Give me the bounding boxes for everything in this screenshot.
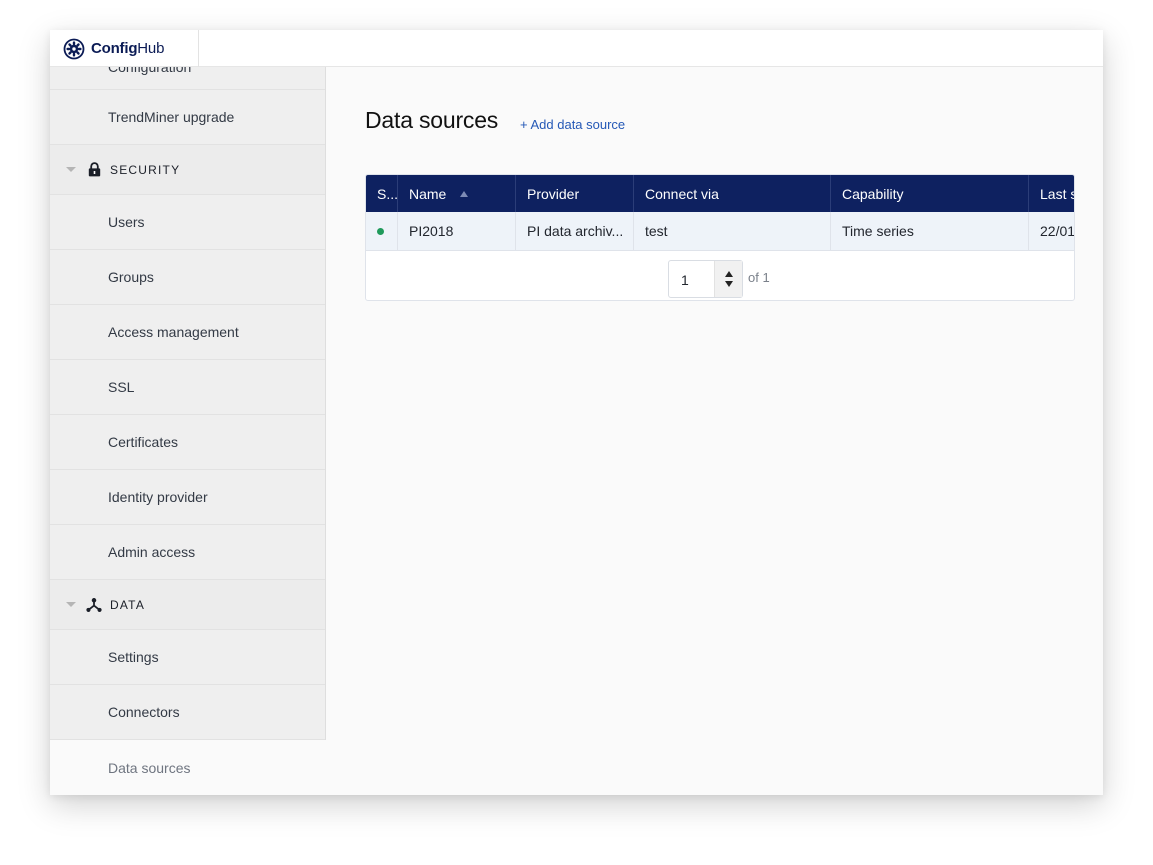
sidebar-item-label: Admin access xyxy=(108,544,196,560)
add-data-source-link[interactable]: + Add data source xyxy=(520,117,625,132)
collapse-caret-icon[interactable] xyxy=(66,167,76,172)
sidebar-item-label: Users xyxy=(108,214,145,230)
cell-capability: Time series xyxy=(831,212,1029,250)
sort-ascending-icon xyxy=(460,190,469,197)
collapse-caret-icon[interactable] xyxy=(66,602,76,607)
data-sources-table: S... Name Provider Connect via Capabilit… xyxy=(365,174,1075,301)
page-number-stepper[interactable]: 1 xyxy=(668,260,743,298)
column-header-last[interactable]: Last s xyxy=(1029,175,1074,212)
pagination: 1 of 1 xyxy=(366,252,1074,300)
confighub-logo-icon xyxy=(63,38,85,59)
cell-provider: PI data archiv... xyxy=(516,212,634,250)
table-row[interactable]: PI2018 PI data archiv... test Time serie… xyxy=(366,212,1075,251)
sidebar-item-label: Groups xyxy=(108,269,154,285)
status-ok-dot-icon xyxy=(377,227,384,235)
sidebar-item-certificates[interactable]: Certificates xyxy=(50,415,325,470)
sidebar-item-connectors[interactable]: Connectors xyxy=(50,685,325,740)
column-header-connect-via[interactable]: Connect via xyxy=(634,175,831,212)
decrement-arrow-icon[interactable] xyxy=(724,281,733,287)
sidebar-item-access-management[interactable]: Access management xyxy=(50,305,325,360)
sidebar-item-label: Settings xyxy=(108,649,159,665)
column-header-provider[interactable]: Provider xyxy=(516,175,634,212)
sidebar-section-security[interactable]: SECURITY xyxy=(50,145,325,195)
page-spinner[interactable] xyxy=(714,261,742,297)
sidebar-item-label: Access management xyxy=(108,324,239,340)
lock-icon xyxy=(86,162,102,178)
sidebar-item-configuration[interactable]: Configuration xyxy=(50,67,325,90)
sidebar-item-identity-provider[interactable]: Identity provider xyxy=(50,470,325,525)
sidebar-item-label: Connectors xyxy=(108,704,180,720)
sidebar-item-label: SSL xyxy=(108,379,135,395)
sidebar-item-label: Certificates xyxy=(108,434,179,450)
sidebar-item-groups[interactable]: Groups xyxy=(50,250,325,305)
column-header-name[interactable]: Name xyxy=(398,175,516,212)
table-header: S... Name Provider Connect via Capabilit… xyxy=(366,175,1074,212)
page-number-value: 1 xyxy=(681,272,689,288)
sidebar-item-data-sources[interactable]: Data sources xyxy=(50,740,326,795)
cell-connect-via: test xyxy=(634,212,831,250)
brand[interactable]: ConfigHub xyxy=(50,30,199,67)
column-header-capability[interactable]: Capability xyxy=(831,175,1029,212)
page-title: Data sources xyxy=(365,107,499,133)
cell-status xyxy=(366,212,398,250)
sidebar-item-admin-access[interactable]: Admin access xyxy=(50,525,325,580)
brand-name: ConfigHub xyxy=(91,40,165,57)
sidebar-section-label: SECURITY xyxy=(110,162,181,177)
sidebar-item-settings[interactable]: Settings xyxy=(50,630,325,685)
page-count: of 1 xyxy=(748,270,770,285)
increment-arrow-icon[interactable] xyxy=(724,271,733,277)
top-bar: ConfigHub xyxy=(50,30,1103,67)
main-content: Data sources + Add data source S... Name… xyxy=(326,67,1103,795)
column-header-status[interactable]: S... xyxy=(366,175,398,212)
app-window: ConfigHub Configuration TrendMiner upgra… xyxy=(50,30,1103,795)
sidebar: Configuration TrendMiner upgrade SECURITY… xyxy=(50,67,326,795)
sidebar-item-label: Data sources xyxy=(108,759,191,776)
cell-name: PI2018 xyxy=(398,212,516,250)
sidebar-item-label: TrendMiner upgrade xyxy=(108,109,235,125)
sidebar-item-label: Identity provider xyxy=(108,489,208,505)
sidebar-item-ssl[interactable]: SSL xyxy=(50,360,325,415)
cell-last: 22/01 xyxy=(1040,223,1075,239)
sidebar-item-trendminer-upgrade[interactable]: TrendMiner upgrade xyxy=(50,90,325,145)
data-nodes-icon xyxy=(86,597,102,613)
sidebar-item-label: Configuration xyxy=(108,67,192,75)
sidebar-item-users[interactable]: Users xyxy=(50,195,325,250)
sidebar-section-data[interactable]: DATA xyxy=(50,580,325,630)
sidebar-section-label: DATA xyxy=(110,597,146,612)
